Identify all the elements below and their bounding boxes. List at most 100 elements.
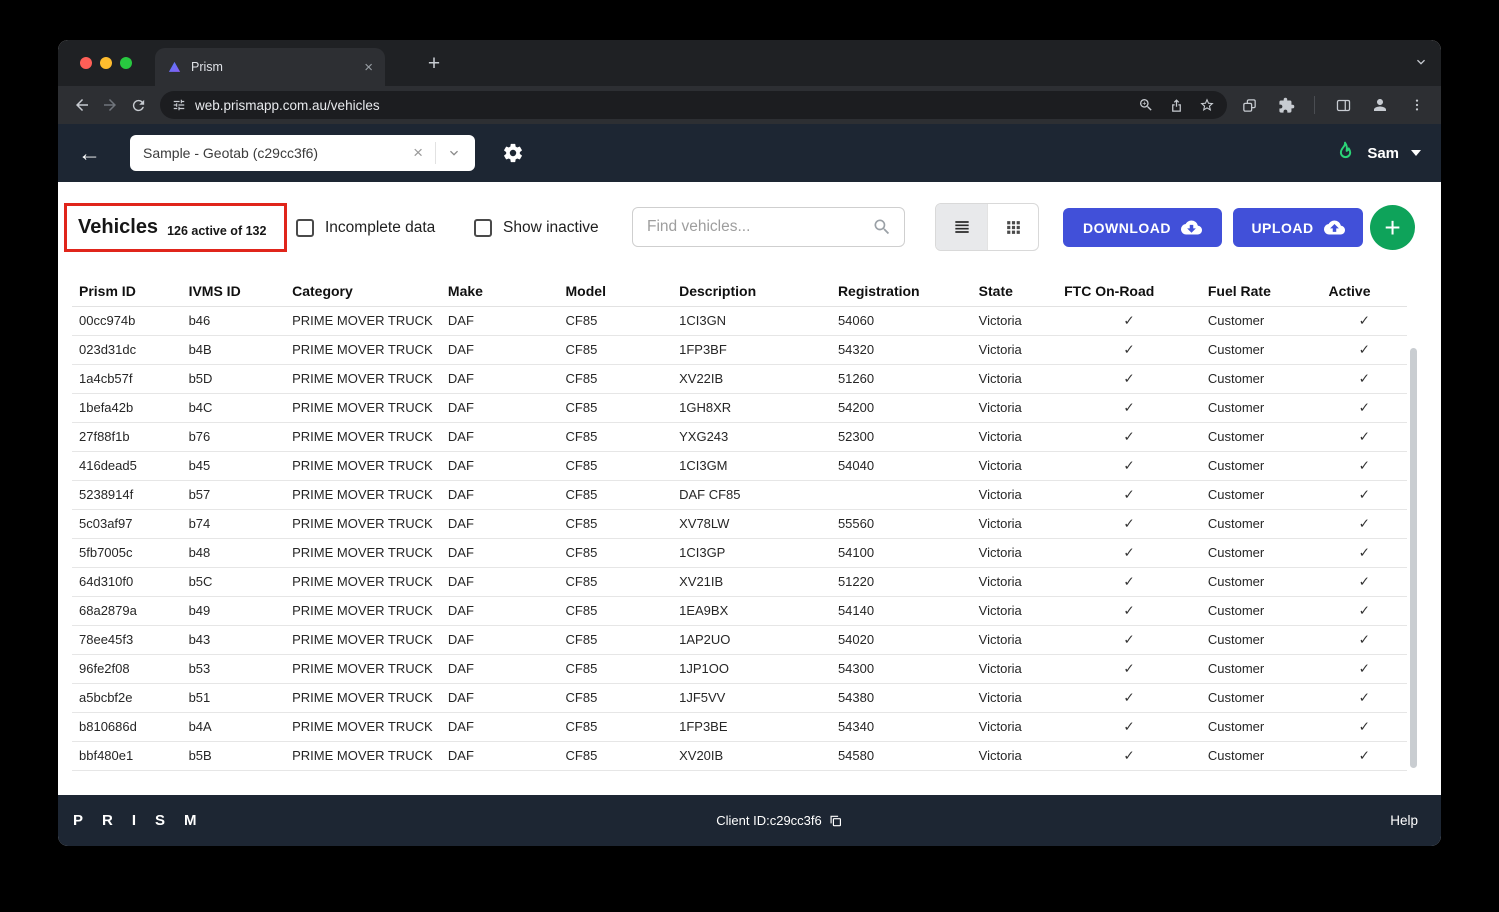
cell: 64d310f0 — [72, 567, 182, 596]
copy-icon[interactable] — [829, 814, 843, 828]
client-selector[interactable]: Sample - Geotab (c29cc3f6) × — [130, 135, 475, 171]
reload-icon[interactable] — [124, 91, 152, 119]
cell: b4C — [182, 393, 286, 422]
cell: ✓ — [1321, 683, 1407, 712]
upload-button[interactable]: UPLOAD — [1233, 208, 1363, 247]
column-header-fuel-rate: Fuel Rate — [1201, 276, 1322, 306]
cell: ✓ — [1321, 422, 1407, 451]
vehicle-row[interactable]: 5238914fb57PRIME MOVER TRUCKDAFCF85DAF C… — [72, 480, 1407, 509]
help-link[interactable]: Help — [1390, 813, 1418, 828]
browser-menu-kebab-icon[interactable] — [1403, 91, 1431, 119]
site-settings-icon[interactable] — [172, 98, 186, 112]
close-window-button[interactable] — [80, 57, 92, 69]
vehicle-row[interactable]: 5fb7005cb48PRIME MOVER TRUCKDAFCF851CI3G… — [72, 538, 1407, 567]
vehicle-row[interactable]: 68a2879ab49PRIME MOVER TRUCKDAFCF851EA9B… — [72, 596, 1407, 625]
cell: b53 — [182, 654, 286, 683]
add-vehicle-button[interactable]: + — [1370, 205, 1415, 250]
grid-view-button[interactable] — [987, 204, 1038, 250]
vehicle-row[interactable]: a5bcbf2eb51PRIME MOVER TRUCKDAFCF851JF5V… — [72, 683, 1407, 712]
cell: CF85 — [559, 306, 673, 335]
tabstrip-chevron-icon[interactable] — [1413, 54, 1429, 70]
download-label: DOWNLOAD — [1083, 220, 1171, 236]
cell: b51 — [182, 683, 286, 712]
extensions-puzzle-icon[interactable] — [1272, 91, 1300, 119]
cell: Customer — [1201, 741, 1322, 770]
list-view-icon — [952, 217, 972, 237]
new-tab-button[interactable]: + — [418, 48, 450, 80]
cell: CF85 — [559, 625, 673, 654]
cell: XV22IB — [672, 364, 831, 393]
back-icon[interactable] — [68, 91, 96, 119]
tab-close-icon[interactable]: × — [364, 60, 373, 75]
column-header-active: Active — [1321, 276, 1407, 306]
cell: Customer — [1201, 654, 1322, 683]
cell: 1CI3GN — [672, 306, 831, 335]
zoom-window-button[interactable] — [120, 57, 132, 69]
bookmark-star-icon[interactable] — [1199, 97, 1215, 113]
cell: Victoria — [972, 654, 1057, 683]
minimize-window-button[interactable] — [100, 57, 112, 69]
cell: 52300 — [831, 422, 972, 451]
vehicle-row[interactable]: 64d310f0b5CPRIME MOVER TRUCKDAFCF85XV21I… — [72, 567, 1407, 596]
cell: PRIME MOVER TRUCK — [285, 741, 441, 770]
side-panel-icon[interactable] — [1329, 91, 1357, 119]
search-icon — [872, 217, 892, 237]
vehicle-row[interactable]: 78ee45f3b43PRIME MOVER TRUCKDAFCF851AP2U… — [72, 625, 1407, 654]
settings-gear-icon[interactable] — [502, 142, 524, 164]
cell: Customer — [1201, 625, 1322, 654]
table-scrollbar[interactable] — [1410, 348, 1417, 768]
app-back-arrow[interactable]: ← — [78, 142, 108, 165]
vehicle-row[interactable]: b810686db4APRIME MOVER TRUCKDAFCF851FP3B… — [72, 712, 1407, 741]
page-title: Vehicles — [78, 216, 158, 239]
client-id-text: Client ID:c29cc3f6 — [716, 813, 822, 828]
column-header-category: Category — [285, 276, 441, 306]
download-button[interactable]: DOWNLOAD — [1063, 208, 1222, 247]
cell: PRIME MOVER TRUCK — [285, 306, 441, 335]
incomplete-data-label[interactable]: Incomplete data — [325, 219, 435, 237]
cell: b49 — [182, 596, 286, 625]
cell: CF85 — [559, 741, 673, 770]
user-menu[interactable]: Sam — [1332, 140, 1421, 166]
cell: ✓ — [1321, 625, 1407, 654]
show-inactive-checkbox[interactable] — [474, 219, 492, 237]
show-inactive-label[interactable]: Show inactive — [503, 219, 599, 237]
tab-overview-icon[interactable] — [1235, 91, 1263, 119]
search-input[interactable] — [645, 217, 872, 237]
cell: DAF — [441, 538, 559, 567]
profile-avatar-icon[interactable] — [1366, 91, 1394, 119]
list-view-button[interactable] — [936, 204, 987, 250]
client-id-area: Client ID:c29cc3f6 — [716, 813, 843, 828]
address-bar[interactable]: web.prismapp.com.au/vehicles — [160, 91, 1227, 119]
cell: PRIME MOVER TRUCK — [285, 654, 441, 683]
vehicle-row[interactable]: 1a4cb57fb5DPRIME MOVER TRUCKDAFCF85XV22I… — [72, 364, 1407, 393]
vehicles-table: Prism IDIVMS IDCategoryMakeModelDescript… — [72, 276, 1407, 771]
cell: ✓ — [1321, 654, 1407, 683]
browser-tab-prism[interactable]: Prism × — [155, 48, 385, 86]
vehicle-row[interactable]: 00cc974bb46PRIME MOVER TRUCKDAFCF851CI3G… — [72, 306, 1407, 335]
view-toggle-group — [935, 203, 1039, 251]
cell — [831, 480, 972, 509]
cell: ✓ — [1057, 712, 1201, 741]
cell: 54340 — [831, 712, 972, 741]
forward-icon[interactable] — [96, 91, 124, 119]
incomplete-data-checkbox[interactable] — [296, 219, 314, 237]
cell: 416dead5 — [72, 451, 182, 480]
vehicle-row[interactable]: 023d31dcb4BPRIME MOVER TRUCKDAFCF851FP3B… — [72, 335, 1407, 364]
vehicle-row[interactable]: 96fe2f08b53PRIME MOVER TRUCKDAFCF851JP1O… — [72, 654, 1407, 683]
vehicle-row[interactable]: 416dead5b45PRIME MOVER TRUCKDAFCF851CI3G… — [72, 451, 1407, 480]
vehicle-row[interactable]: 1befa42bb4CPRIME MOVER TRUCKDAFCF851GH8X… — [72, 393, 1407, 422]
cell: XV21IB — [672, 567, 831, 596]
vehicle-row[interactable]: bbf480e1b5BPRIME MOVER TRUCKDAFCF85XV20I… — [72, 741, 1407, 770]
client-selector-value: Sample - Geotab (c29cc3f6) — [143, 145, 405, 161]
clear-selection-icon[interactable]: × — [405, 143, 431, 163]
vehicle-row[interactable]: 5c03af97b74PRIME MOVER TRUCKDAFCF85XV78L… — [72, 509, 1407, 538]
zoom-icon[interactable] — [1138, 97, 1154, 113]
vehicle-row[interactable]: 27f88f1bb76PRIME MOVER TRUCKDAFCF85YXG24… — [72, 422, 1407, 451]
cell: Victoria — [972, 306, 1057, 335]
cell: CF85 — [559, 567, 673, 596]
selector-divider — [435, 142, 436, 164]
selector-chevron-icon[interactable] — [440, 145, 462, 161]
column-header-description: Description — [672, 276, 831, 306]
cell: Customer — [1201, 683, 1322, 712]
share-icon[interactable] — [1169, 98, 1184, 113]
